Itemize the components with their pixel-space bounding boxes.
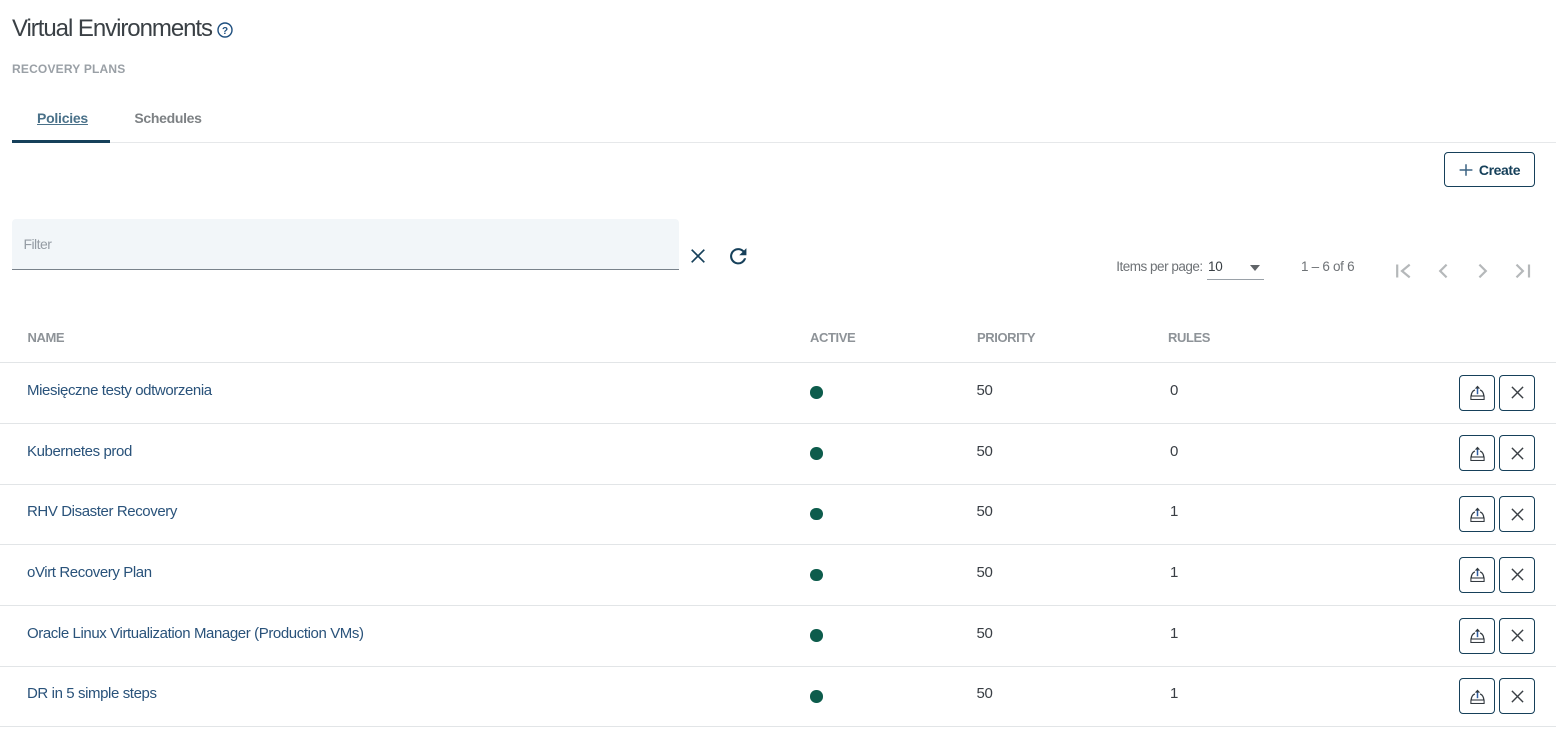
svg-text:?: ?: [221, 25, 227, 36]
